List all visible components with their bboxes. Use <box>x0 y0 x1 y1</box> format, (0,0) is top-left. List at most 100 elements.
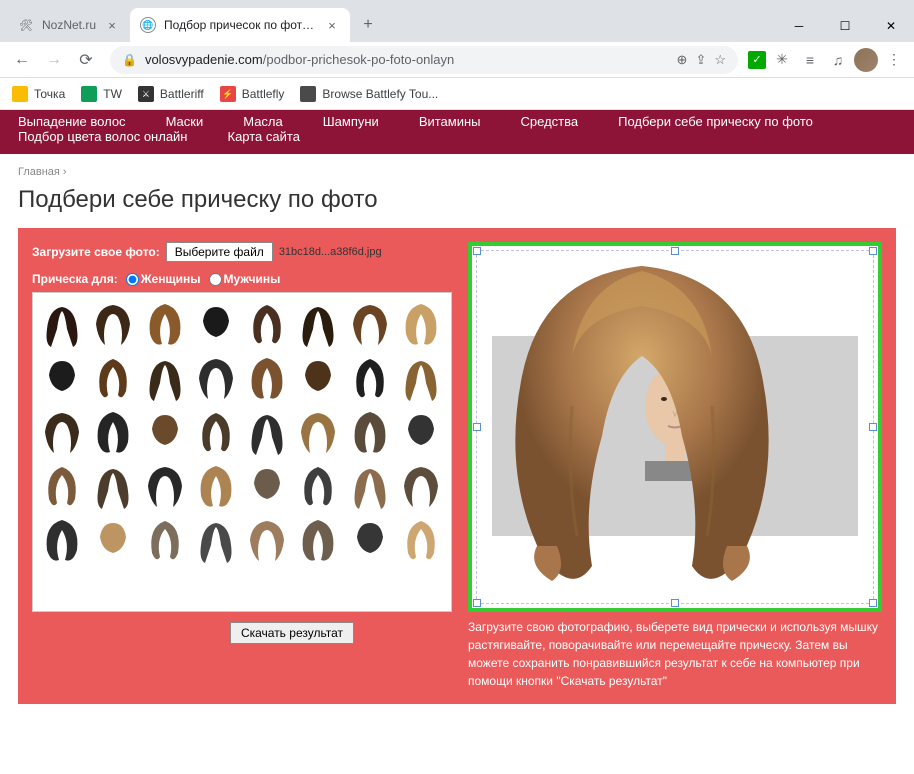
tab-strip: 🛠 NozNet.ru × 🌐 Подбор причесок по фото … <box>8 8 382 42</box>
hairstyle-option[interactable] <box>295 515 341 565</box>
nav-link[interactable]: Средства <box>521 114 579 129</box>
hairstyle-option[interactable] <box>244 353 290 403</box>
hairstyle-option[interactable] <box>244 515 290 565</box>
hairstyle-option[interactable] <box>90 461 136 511</box>
resize-handle[interactable] <box>473 599 481 607</box>
hairstyle-option[interactable] <box>347 353 393 403</box>
hairstyle-option[interactable] <box>244 461 290 511</box>
globe-icon: 🌐 <box>140 17 156 33</box>
hairstyle-option[interactable] <box>142 299 188 349</box>
download-button[interactable]: Скачать результат <box>230 622 354 644</box>
ext-music-icon[interactable]: ♫ <box>826 48 850 72</box>
hairstyle-option[interactable] <box>39 461 85 511</box>
hairstyle-option[interactable] <box>142 515 188 565</box>
tab-2[interactable]: 🌐 Подбор причесок по фото онла × <box>130 8 350 42</box>
bookmark-item[interactable]: TW <box>81 86 122 102</box>
hairstyle-option[interactable] <box>347 407 393 457</box>
hairstyle-option[interactable] <box>142 407 188 457</box>
window-controls: ─ ☐ ✕ <box>776 10 914 42</box>
hairstyle-option[interactable] <box>398 461 444 511</box>
hairstyle-option[interactable] <box>347 515 393 565</box>
nav-link[interactable]: Выпадение волос <box>18 114 126 129</box>
preview-canvas[interactable] <box>468 242 882 612</box>
hairstyle-option[interactable] <box>295 353 341 403</box>
new-tab-button[interactable]: + <box>354 11 382 39</box>
tab-1[interactable]: 🛠 NozNet.ru × <box>8 8 130 42</box>
menu-icon[interactable]: ⋮ <box>882 48 906 72</box>
star-icon[interactable]: ☆ <box>714 52 726 68</box>
close-icon[interactable]: × <box>104 17 120 33</box>
resize-handle[interactable] <box>671 247 679 255</box>
hairstyle-option[interactable] <box>295 299 341 349</box>
hairstyle-option[interactable] <box>90 299 136 349</box>
lock-icon: 🔒 <box>122 53 137 67</box>
hairstyle-option[interactable] <box>142 461 188 511</box>
address-bar[interactable]: 🔒 volosvypadenie.com/podbor-prichesok-po… <box>110 46 738 74</box>
hairstyle-option[interactable] <box>398 299 444 349</box>
hairstyle-option[interactable] <box>347 461 393 511</box>
hairstyle-option[interactable] <box>90 515 136 565</box>
minimize-button[interactable]: ─ <box>776 10 822 42</box>
hairstyle-option[interactable] <box>193 461 239 511</box>
hairstyle-option[interactable] <box>193 299 239 349</box>
hairstyle-overlay[interactable] <box>482 256 802 596</box>
resize-handle[interactable] <box>473 247 481 255</box>
nav-link[interactable]: Подбери себе прическу по фото <box>618 114 813 129</box>
breadcrumb[interactable]: Главная › <box>18 166 896 178</box>
nav-link[interactable]: Шампуни <box>323 114 379 129</box>
resize-handle[interactable] <box>869 423 877 431</box>
hairstyle-option[interactable] <box>39 515 85 565</box>
search-icon[interactable]: ⊕ <box>677 52 688 68</box>
hairstyle-option[interactable] <box>39 353 85 403</box>
nav-link[interactable]: Масла <box>243 114 283 129</box>
bookmark-item[interactable]: Точка <box>12 86 65 102</box>
nav-link[interactable]: Маски <box>166 114 204 129</box>
url-text: volosvypadenie.com/podbor-prichesok-po-f… <box>145 52 669 67</box>
forward-button[interactable]: → <box>40 46 68 74</box>
share-icon[interactable]: ⇪ <box>695 52 706 68</box>
hairstyle-option[interactable] <box>244 407 290 457</box>
radio-male[interactable] <box>209 273 222 286</box>
hairstyle-option[interactable] <box>193 407 239 457</box>
close-button[interactable]: ✕ <box>868 10 914 42</box>
resize-handle[interactable] <box>473 423 481 431</box>
hairstyle-option[interactable] <box>90 353 136 403</box>
resize-handle[interactable] <box>671 599 679 607</box>
radio-female[interactable] <box>126 273 139 286</box>
resize-handle[interactable] <box>869 599 877 607</box>
reload-button[interactable]: ⟳ <box>72 46 100 74</box>
hairstyle-option[interactable] <box>90 407 136 457</box>
hairstyle-grid[interactable] <box>32 292 452 612</box>
back-button[interactable]: ← <box>8 46 36 74</box>
hairstyle-option[interactable] <box>39 407 85 457</box>
ext-check-icon[interactable]: ✓ <box>748 51 766 69</box>
hairstyle-option[interactable] <box>244 299 290 349</box>
hairstyle-option[interactable] <box>193 353 239 403</box>
nav-link[interactable]: Подбор цвета волос онлайн <box>18 129 188 144</box>
choose-file-button[interactable]: Выберите файл <box>166 242 273 262</box>
bookmark-item[interactable]: Browse Battlefy Tou... <box>300 86 438 102</box>
bookmark-item[interactable]: ⚡Battlefly <box>220 86 285 102</box>
hairstyle-option[interactable] <box>295 407 341 457</box>
ext-puzzle-icon[interactable]: ✳ <box>770 48 794 72</box>
nav-link[interactable]: Витамины <box>419 114 481 129</box>
hairstyle-option[interactable] <box>398 515 444 565</box>
hairstyle-option[interactable] <box>142 353 188 403</box>
profile-avatar[interactable] <box>854 48 878 72</box>
browser-titlebar: 🛠 NozNet.ru × 🌐 Подбор причесок по фото … <box>0 0 914 42</box>
hairstyle-option[interactable] <box>193 515 239 565</box>
nav-link[interactable]: Карта сайта <box>228 129 300 144</box>
wrench-icon: 🛠 <box>18 17 34 33</box>
hairstyle-option[interactable] <box>398 353 444 403</box>
hairstyle-option[interactable] <box>398 407 444 457</box>
hairstyle-option[interactable] <box>39 299 85 349</box>
hairstyle-option[interactable] <box>347 299 393 349</box>
maximize-button[interactable]: ☐ <box>822 10 868 42</box>
bookmark-item[interactable]: ⚔Battleriff <box>138 86 204 102</box>
close-icon[interactable]: × <box>324 17 340 33</box>
hairstyle-option[interactable] <box>295 461 341 511</box>
bookmarks-bar: Точка TW ⚔Battleriff ⚡Battlefly Browse B… <box>0 78 914 110</box>
ext-list-icon[interactable]: ≡ <box>798 48 822 72</box>
resize-handle[interactable] <box>869 247 877 255</box>
tab-title: NozNet.ru <box>42 18 96 32</box>
